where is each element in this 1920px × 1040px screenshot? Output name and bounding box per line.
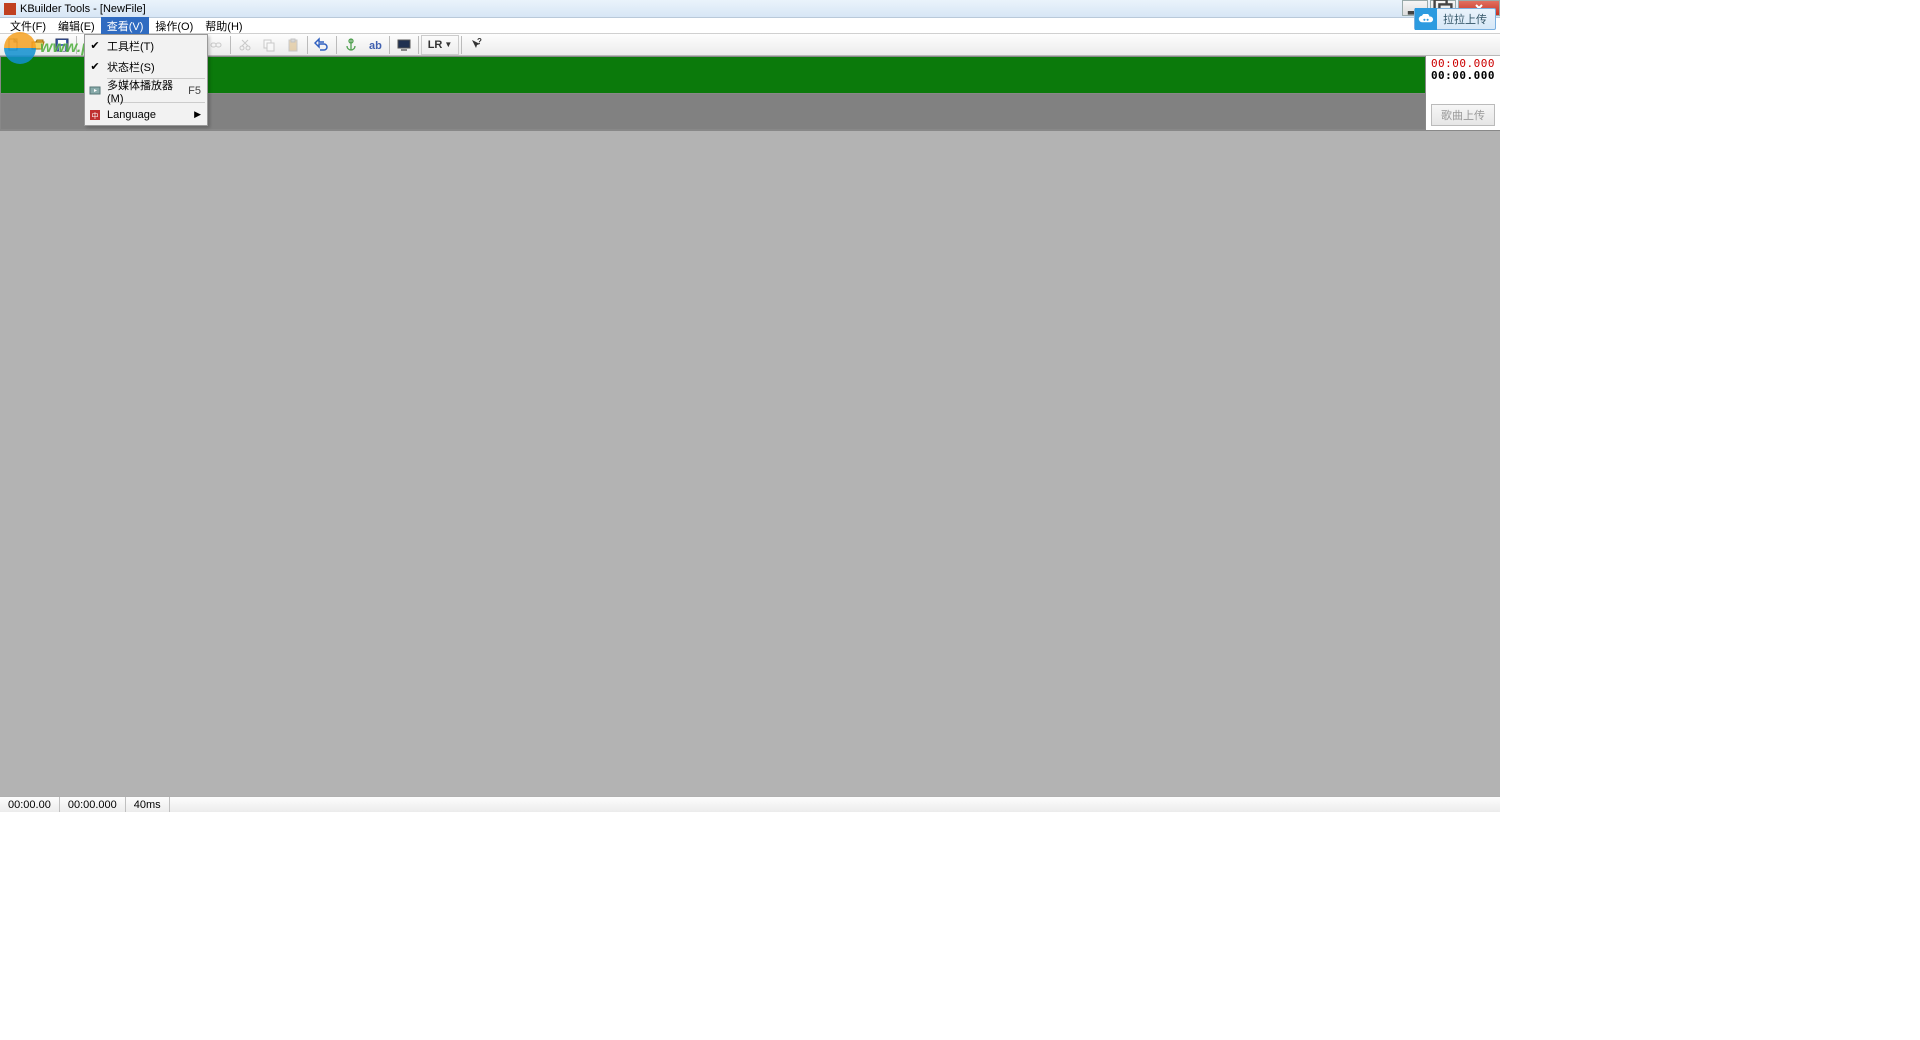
menuitem-statusbar[interactable]: ✔ 状态栏(S): [85, 56, 207, 77]
menuitem-language[interactable]: 中 Language ▶: [85, 104, 207, 125]
menuitem-label: 状态栏(S): [107, 59, 155, 75]
submenu-arrow-icon: ▶: [194, 109, 201, 120]
status-time-short: 00:00.00: [0, 797, 60, 812]
menuitem-toolbar[interactable]: ✔ 工具栏(T): [85, 35, 207, 56]
tool-screen[interactable]: [392, 35, 416, 55]
menuitem-shortcut: F5: [188, 85, 201, 97]
menuitem-mediaplayer[interactable]: 多媒体播放器(M) F5: [85, 80, 207, 101]
menu-file[interactable]: 文件(F): [4, 17, 52, 35]
toolbar-separator: [389, 36, 390, 54]
toolbar-separator: [307, 36, 308, 54]
menu-operation[interactable]: 操作(O): [149, 17, 199, 35]
cloud-upload-button[interactable]: 拉拉上传: [1414, 8, 1496, 30]
tool-open[interactable]: [26, 35, 50, 55]
tool-anchor[interactable]: [339, 35, 363, 55]
check-icon: ✔: [88, 39, 102, 53]
workspace[interactable]: [0, 130, 1500, 796]
menuitem-label: 多媒体播放器(M): [107, 77, 188, 105]
view-menu-dropdown: ✔ 工具栏(T) ✔ 状态栏(S) 多媒体播放器(M) F5 中 Languag…: [84, 34, 208, 126]
tool-cut: [233, 35, 257, 55]
svg-text:ab: ab: [369, 40, 382, 52]
toolbar: ab LR ▼ ?: [0, 34, 1500, 56]
tool-copy: [257, 35, 281, 55]
tool-new[interactable]: [2, 35, 26, 55]
track-area: 00:00.000 00:00.000 歌曲上传: [0, 56, 1500, 130]
menu-help[interactable]: 帮助(H): [199, 17, 248, 35]
cloud-icon: [1415, 8, 1437, 30]
toolbar-separator: [336, 36, 337, 54]
check-icon: ✔: [88, 60, 102, 74]
statusbar: 00:00.00 00:00.000 40ms: [0, 796, 1500, 812]
tool-paste: [281, 35, 305, 55]
titlebar: KBuilder Tools - [NewFile]: [0, 0, 1500, 18]
menuitem-label: 工具栏(T): [107, 38, 154, 54]
status-interval: 40ms: [126, 797, 170, 812]
tracks-container: [0, 56, 1426, 130]
toolbar-separator: [230, 36, 231, 54]
tool-save[interactable]: [50, 35, 74, 55]
toolbar-separator: [76, 36, 77, 54]
tool-font[interactable]: ab: [363, 35, 387, 55]
chevron-down-icon: ▼: [444, 40, 452, 49]
toolbar-separator: [418, 36, 419, 54]
tool-undo[interactable]: [310, 35, 334, 55]
cloud-upload-label: 拉拉上传: [1443, 11, 1487, 27]
menubar: 文件(F) 编辑(E) 查看(V) 操作(O) 帮助(H) 拉拉上传: [0, 18, 1500, 34]
menuitem-label: Language: [107, 109, 156, 121]
song-upload-button[interactable]: 歌曲上传: [1431, 104, 1495, 126]
language-icon: 中: [88, 108, 102, 122]
lr-label: LR: [428, 39, 443, 51]
app-icon: [4, 3, 16, 15]
menu-edit[interactable]: 编辑(E): [52, 17, 101, 35]
svg-text:中: 中: [92, 111, 99, 120]
window-title: KBuilder Tools - [NewFile]: [20, 3, 146, 15]
track-upper[interactable]: [1, 57, 1425, 94]
svg-text:?: ?: [477, 37, 482, 46]
menu-view[interactable]: 查看(V): [101, 17, 150, 35]
status-time-long: 00:00.000: [60, 797, 126, 812]
track-lower[interactable]: [1, 94, 1425, 130]
player-icon: [88, 84, 102, 98]
side-panel: 00:00.000 00:00.000 歌曲上传: [1426, 56, 1500, 130]
time-display-black: 00:00.000: [1431, 70, 1495, 82]
toolbar-separator: [461, 36, 462, 54]
tool-lr-channel[interactable]: LR ▼: [421, 35, 459, 55]
tool-help-pointer[interactable]: ?: [464, 35, 488, 55]
